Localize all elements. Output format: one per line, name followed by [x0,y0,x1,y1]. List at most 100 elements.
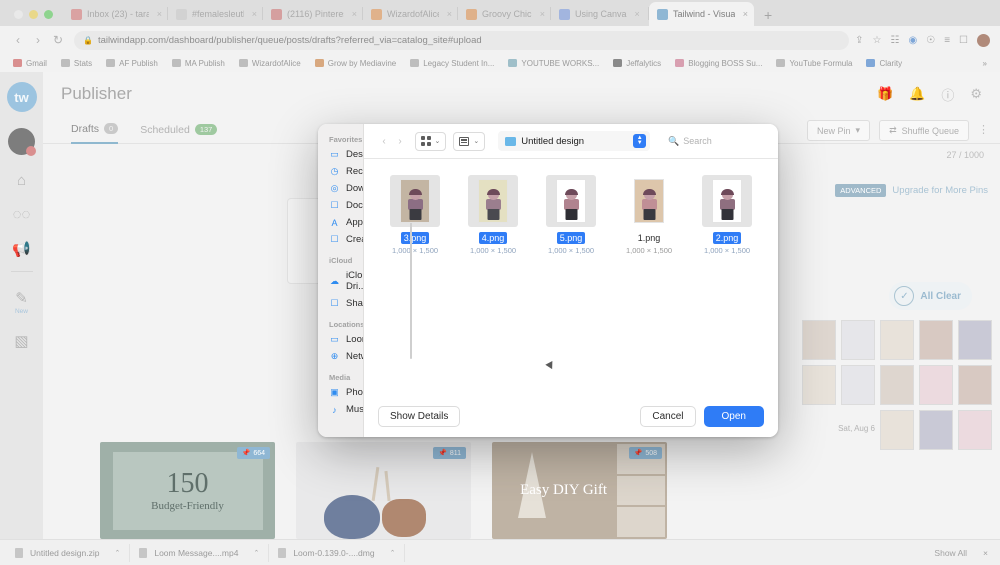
sidebar-item-design[interactable]: ✎ New [0,289,43,315]
profile-avatar[interactable] [977,33,990,47]
sidebar-item-communities[interactable]: ◌◌ [0,206,43,223]
queue-thumbnail[interactable] [919,365,953,405]
sidebar-item-shared[interactable]: ☐ Shared [318,295,363,312]
queue-thumbnail[interactable] [841,365,875,405]
queue-thumbnail[interactable] [880,410,914,450]
file-item[interactable]: 1.png 1,000 × 1,500 [610,175,688,255]
download-item[interactable]: Loom Message....mp4 ⌃ [130,543,270,562]
download-item[interactable]: Untitled design.zip ⌃ [6,543,131,562]
back-button[interactable]: ‹ [8,33,28,47]
file-item[interactable]: 4.png 1,000 × 1,500 [454,175,532,255]
extension-icon[interactable]: ☷ [891,35,900,46]
browser-tab[interactable]: Groovy Chick 70s × [458,2,551,26]
queue-thumbnail[interactable] [880,365,914,405]
maximize-window-button[interactable] [44,10,53,19]
bookmark-item[interactable]: AF Publish [99,59,165,68]
search-input[interactable]: Search [683,136,712,146]
window-icon[interactable]: ☐ [959,35,968,46]
sidebar-item-network[interactable]: ⊕ Network [318,348,363,365]
file-item[interactable]: 5.png 1,000 × 1,500 [532,175,610,255]
file-item[interactable]: 3.png 1,000 × 1,500 [376,175,454,255]
browser-tab[interactable]: #femalesleuth Hu × [168,2,263,26]
browser-tab[interactable]: Inbox (23) - taraci × [63,2,168,26]
sidebar-item-iclouddri[interactable]: ☁ iCloud Dri... [318,267,363,295]
cancel-button[interactable]: Cancel [640,405,696,427]
new-tab-button[interactable]: + [754,7,782,26]
gear-icon[interactable]: ⚙ [970,86,982,102]
bookmark-item[interactable]: WizardofAlice [232,59,308,68]
sidebar-item-documents[interactable]: ☐ Documents [318,197,363,214]
bookmark-item[interactable]: Stats [54,59,99,68]
queue-thumbnail[interactable] [919,410,953,450]
queue-thumbnail[interactable] [802,320,836,360]
address-bar[interactable]: 🔒 tailwindapp.com/dashboard/publisher/qu… [74,30,850,50]
bookmark-item[interactable]: Clarity [859,59,909,68]
queue-thumbnail[interactable] [958,365,992,405]
queue-thumbnail[interactable] [958,320,992,360]
bookmark-item[interactable]: Gmail [6,59,54,68]
person-icon[interactable]: ☉ [926,35,935,46]
file-thumbnail-wrapper[interactable] [702,175,752,227]
chevron-up-icon[interactable]: ⌃ [253,549,259,557]
upgrade-link[interactable]: Upgrade for More Pins [892,185,988,196]
sidebar-item-recents[interactable]: ◷ Recents [318,163,363,180]
stepper-icon[interactable]: ▲ ▼ [633,134,647,148]
show-all-downloads-button[interactable]: Show All [934,548,967,558]
new-pin-button[interactable]: New Pin ▾ [807,120,871,141]
bookmark-item[interactable]: YouTube Formula [769,59,859,68]
sidebar-item-insights[interactable]: ▧ [0,332,43,350]
sidebar-item-create[interactable]: 📢 [0,240,43,258]
bookmark-item[interactable]: MA Publish [165,59,232,68]
sidebar-item-home[interactable]: ⌂ [0,172,43,189]
dialog-forward-button[interactable]: › [392,136,408,147]
show-details-button[interactable]: Show Details [378,405,461,427]
close-tab-button[interactable]: × [743,9,748,19]
bookmark-item[interactable]: YOUTUBE WORKS... [501,59,606,68]
bookmarks-overflow-button[interactable]: » [976,59,994,68]
bell-icon[interactable]: 🔔 [909,86,925,102]
browser-tab[interactable]: Tailwind - Visual M × [649,2,754,26]
tab-scheduled[interactable]: Scheduled 137 [140,116,218,144]
sidebar-item-loom[interactable]: ▭Loom...⏏ [318,331,363,348]
bookmark-item[interactable]: Jeffalytics [606,59,668,68]
list-view-button[interactable]: ⌄ [453,131,486,151]
close-tab-button[interactable]: × [635,9,640,19]
sidebar-scrollbar[interactable] [410,219,412,359]
open-button[interactable]: Open [703,405,764,427]
user-avatar[interactable] [8,128,36,156]
queue-thumbnail[interactable] [841,320,875,360]
close-tab-button[interactable]: × [352,9,357,19]
window-traffic-lights[interactable] [8,10,63,26]
browser-tab[interactable]: WizardofAlice - Et × [363,2,458,26]
more-options-button[interactable]: ⋮ [978,125,989,136]
bookmark-item[interactable]: Blogging BOSS Su... [668,59,769,68]
gift-icon[interactable]: 🎁 [877,86,893,102]
chevron-up-icon[interactable]: ⌃ [390,549,396,557]
file-thumbnail-wrapper[interactable] [390,175,440,227]
tailwind-logo[interactable]: tw [6,82,37,112]
list-icon[interactable]: ≡ [944,35,950,46]
tab-drafts[interactable]: Drafts 0 [71,116,119,144]
sidebar-item-applicati[interactable]: A Applicati... [318,214,363,231]
bookmark-star-icon[interactable]: ☆ [873,35,882,46]
queue-thumbnail[interactable] [919,320,953,360]
browser-tab[interactable]: Using Canva × [551,2,649,26]
close-tab-button[interactable]: × [540,9,545,19]
file-thumbnail-wrapper[interactable] [546,175,596,227]
queue-thumbnail[interactable] [880,320,914,360]
queue-thumbnail[interactable] [958,410,992,450]
file-thumbnail-wrapper[interactable] [624,175,674,227]
share-icon[interactable]: ⇪ [855,35,863,46]
file-thumbnail-wrapper[interactable] [468,175,518,227]
shuffle-queue-button[interactable]: ⇄ Shuffle Queue [879,120,969,141]
file-item[interactable]: 2.png 1,000 × 1,500 [688,175,766,255]
close-tab-button[interactable]: × [157,9,162,19]
close-window-button[interactable] [14,10,23,19]
pin-card[interactable]: Easy DIY Gift 📌 508 [492,442,667,539]
sidebar-item-photos[interactable]: ▣ Photos [318,384,363,401]
forward-button[interactable]: › [28,33,48,47]
sidebar-item-downloads[interactable]: ◎ Downloads [318,180,363,197]
close-tab-button[interactable]: × [252,9,257,19]
pin-card[interactable]: 150 Budget-Friendly 📌 664 [100,442,275,539]
icon-view-button[interactable]: ⌄ [415,131,447,151]
